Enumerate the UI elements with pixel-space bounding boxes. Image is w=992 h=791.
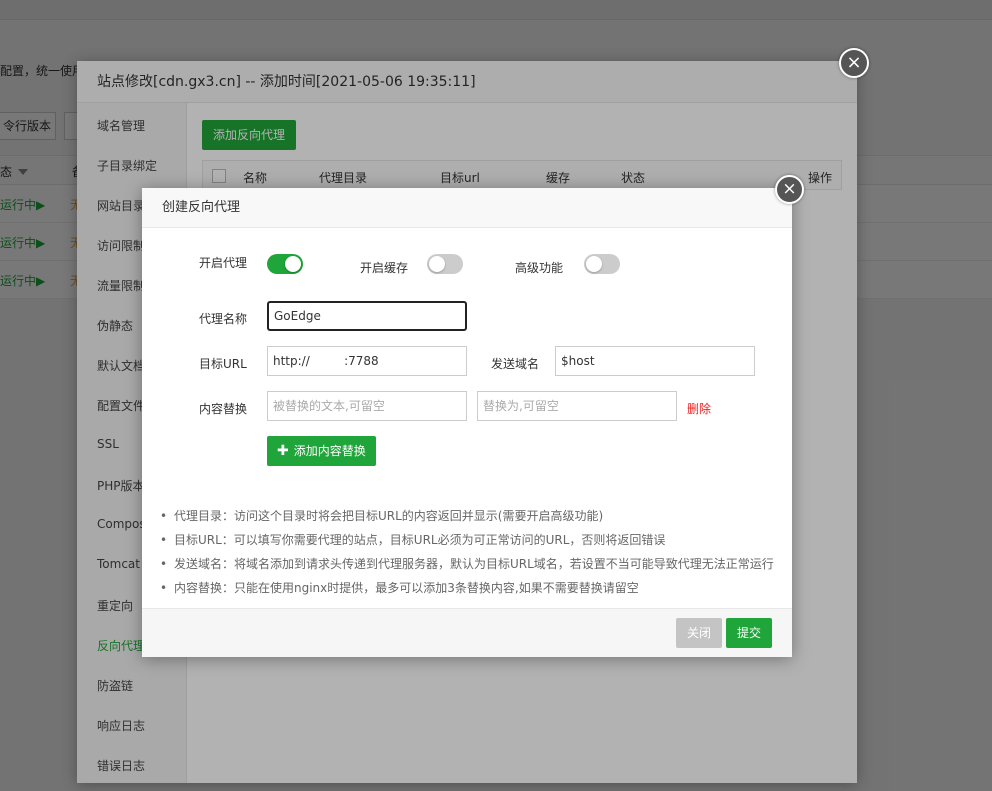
enable-proxy-toggle[interactable]: [267, 254, 303, 274]
replace-to-input[interactable]: [477, 391, 677, 421]
proxy-name-input[interactable]: [267, 301, 467, 331]
enable-cache-toggle[interactable]: [427, 254, 463, 274]
advanced-label: 高级功能: [515, 261, 564, 275]
plus-icon: ✚: [277, 443, 289, 459]
advanced-toggle[interactable]: [584, 254, 620, 274]
add-content-replace-button[interactable]: ✚ 添加内容替换: [267, 436, 376, 466]
submit-button[interactable]: 提交: [726, 618, 772, 648]
help-list: 代理目录：访问这个目录时将会把目标URL的内容返回并显示(需要开启高级功能) 目…: [160, 504, 780, 600]
enable-cache-label: 开启缓存: [360, 261, 409, 275]
delete-replace-link[interactable]: 删除: [687, 400, 711, 417]
enable-proxy-label: 开启代理: [199, 256, 248, 270]
close-button[interactable]: 关闭: [676, 618, 722, 648]
help-item: 内容替换：只能在使用nginx时提供，最多可以添加3条替换内容,如果不需要替换请…: [160, 576, 780, 600]
send-domain-input[interactable]: [555, 346, 755, 376]
proxy-dialog-close-icon[interactable]: ×: [775, 175, 804, 204]
proxy-name-label: 代理名称: [199, 312, 248, 326]
help-item: 发送域名：将域名添加到请求头传递到代理服务器，默认为目标URL域名，若设置不当可…: [160, 552, 780, 576]
target-url-label: 目标URL: [199, 357, 247, 371]
send-domain-label: 发送域名: [491, 357, 540, 371]
replace-from-input[interactable]: [267, 391, 467, 421]
help-item: 代理目录：访问这个目录时将会把目标URL的内容返回并显示(需要开启高级功能): [160, 504, 780, 528]
create-proxy-dialog: 创建反向代理 开启代理 开启缓存 高级功能 代理名称 目标URL 发送域名 内容…: [142, 188, 792, 657]
target-url-input[interactable]: [267, 346, 467, 376]
add-content-replace-label: 添加内容替换: [293, 444, 366, 458]
help-item: 目标URL：可以填写你需要代理的站点，目标URL必须为可正常访问的URL，否则将…: [160, 528, 780, 552]
dialog-footer: 关闭 提交: [142, 608, 792, 657]
content-replace-label: 内容替换: [199, 402, 248, 416]
create-proxy-title: 创建反向代理: [142, 188, 792, 228]
site-dialog-close-icon[interactable]: ×: [839, 48, 869, 78]
